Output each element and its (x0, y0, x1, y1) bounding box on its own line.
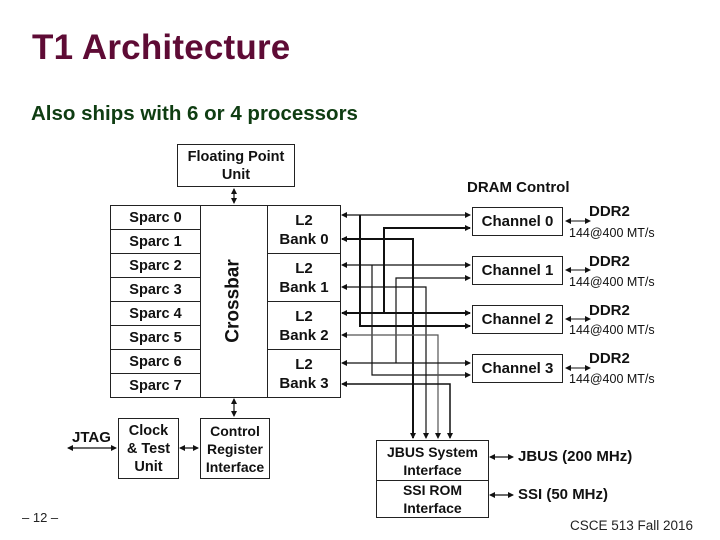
sparc-core: Sparc 2 (110, 253, 201, 278)
dram-channel: Channel 1 (472, 256, 563, 285)
l2-bank-label: Bank 0 (279, 230, 329, 248)
clock-test-unit: Clock & Test Unit (118, 418, 179, 479)
sparc-label: Sparc 3 (129, 281, 182, 298)
dram-channel: Channel 2 (472, 305, 563, 334)
ddr2-label: DDR2 (589, 203, 630, 220)
bank3-jbus-link (341, 381, 453, 439)
sparc-label: Sparc 2 (129, 257, 182, 274)
sparc-label: Sparc 0 (129, 209, 182, 226)
l2-label: L2 (295, 259, 313, 277)
page-number: – 12 – (22, 510, 59, 525)
bank3-ch1-link (395, 275, 471, 363)
sparc-label: Sparc 4 (129, 305, 182, 322)
sparc-core: Sparc 6 (110, 349, 201, 374)
bank0-ch2-link (359, 215, 471, 329)
crossbar: Crossbar (200, 205, 267, 397)
ddr2-label: DDR2 (589, 350, 630, 367)
channel-label: Channel 3 (481, 359, 554, 377)
dram-control-label: DRAM Control (467, 179, 570, 196)
sparc-core: Sparc 1 (110, 229, 201, 254)
l2-bank-label: Bank 3 (279, 374, 329, 392)
ddr2-rate: 144@400 MT/s (569, 323, 655, 337)
channel-label: Channel 0 (481, 212, 554, 230)
ddr2-rate: 144@400 MT/s (569, 372, 655, 386)
sparc-core: Sparc 5 (110, 325, 201, 350)
ssi-interface-label-1: SSI ROM (402, 482, 463, 498)
channel-label: Channel 2 (481, 310, 554, 328)
control-register-interface: Control Register Interface (200, 418, 270, 479)
jbus-system-interface: JBUS System Interface (376, 440, 489, 481)
crossbar-label: Crossbar (222, 259, 244, 343)
jbus-interface-label-1: JBUS System (386, 443, 479, 460)
sparc-label: Sparc 5 (129, 329, 182, 346)
fpu-label-2: Unit (221, 166, 251, 183)
sparc-label: Sparc 6 (129, 353, 182, 370)
ddr2-rate: 144@400 MT/s (569, 226, 655, 240)
l2-label: L2 (295, 307, 313, 325)
ddr2-label: DDR2 (589, 253, 630, 270)
jbus-interface-label-2: Interface (403, 461, 462, 478)
l2-label: L2 (295, 355, 313, 373)
channel-label: Channel 1 (481, 261, 554, 279)
ddr2-rate: 144@400 MT/s (569, 275, 655, 289)
l2-bank-label: Bank 2 (279, 326, 329, 344)
dram-channel: Channel 0 (472, 207, 563, 236)
control-label: Control (210, 422, 260, 439)
clock-label: Clock (128, 422, 169, 439)
l2-bank: L2 Bank 1 (267, 253, 341, 302)
ddr2-label: DDR2 (589, 302, 630, 319)
sparc-label: Sparc 7 (129, 377, 182, 394)
bank2-ch0-link (383, 225, 471, 313)
bank0-jbus-link (341, 236, 416, 439)
sparc-core: Sparc 7 (110, 373, 201, 398)
ssi-speed-label: SSI (50 MHz) (518, 486, 609, 503)
sparc-label: Sparc 1 (129, 233, 182, 250)
l2-bank: L2 Bank 0 (267, 205, 341, 254)
test-label: & Test (126, 440, 171, 457)
dram-channel: Channel 3 (472, 354, 563, 383)
bank2-jbus-link (341, 332, 441, 439)
sparc-core: Sparc 4 (110, 301, 201, 326)
course-label: CSCE 513 Fall 2016 (570, 518, 694, 533)
l2-bank: L2 Bank 3 (267, 349, 341, 398)
l2-label: L2 (295, 211, 313, 229)
ssi-interface-label-2: Interface (403, 500, 462, 516)
register-label: Register (206, 440, 264, 457)
l2-bank: L2 Bank 2 (267, 301, 341, 350)
floating-point-unit: Floating Point Unit (177, 144, 295, 187)
unit-label: Unit (134, 458, 163, 475)
interface-label: Interface (205, 458, 265, 475)
l2-bank-label: Bank 1 (279, 278, 329, 296)
sparc-core: Sparc 3 (110, 277, 201, 302)
fpu-label-1: Floating Point (187, 148, 285, 165)
jtag-label: JTAG (72, 429, 111, 446)
jbus-speed-label: JBUS (200 MHz) (518, 448, 633, 465)
ssi-rom-interface: SSI ROM Interface (376, 480, 489, 518)
sparc-core: Sparc 0 (110, 205, 201, 230)
bank1-ch3-link (371, 265, 471, 378)
